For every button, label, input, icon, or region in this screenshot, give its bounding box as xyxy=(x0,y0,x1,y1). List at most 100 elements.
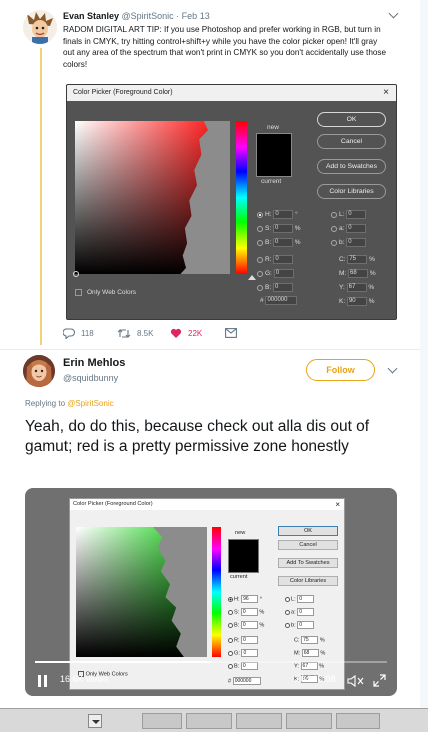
unit-s: % xyxy=(294,225,301,233)
unit-h: ° xyxy=(259,596,262,603)
label-y: Y: xyxy=(339,284,345,292)
field-g: G: 0 xyxy=(228,649,259,657)
taskbar-strip xyxy=(0,708,428,732)
input-s: 0 xyxy=(240,608,258,616)
field-y: Y: 67 % xyxy=(339,283,374,293)
dialog-title: Color Picker (Foreground Color) xyxy=(67,85,396,101)
taskbar-tab[interactable] xyxy=(186,713,232,729)
replying-to: Replying to @SpiritSonic xyxy=(25,399,114,408)
author-handle[interactable]: @squidbunny xyxy=(63,373,118,383)
label-b: B: xyxy=(234,622,240,629)
pause-icon[interactable] xyxy=(38,675,48,687)
radio-l xyxy=(285,596,290,602)
label-blue: B: xyxy=(234,663,240,670)
field-r: R: 0 xyxy=(228,636,259,644)
photoshop-color-picker-image[interactable]: Color Picker (Foreground Color) × new cu… xyxy=(66,84,397,320)
unit-y: % xyxy=(368,284,375,292)
input-m: 68 xyxy=(301,649,319,657)
caret-down-icon[interactable] xyxy=(387,363,398,374)
field-c: C: 75 % xyxy=(294,636,325,644)
field-b: B: 0 % xyxy=(257,238,301,248)
replying-prefix: Replying to xyxy=(25,399,68,408)
radio-b xyxy=(228,622,233,628)
caret-down-icon[interactable] xyxy=(388,8,399,19)
input-b: 0 xyxy=(272,238,293,247)
ok-button: OK xyxy=(278,526,338,536)
divider xyxy=(0,349,420,350)
input-m: 68 xyxy=(348,269,369,278)
video-progress-bar[interactable] xyxy=(35,661,387,663)
author-meta[interactable]: @SpiritSonic · Feb 13 xyxy=(119,11,210,21)
field-l: L: 0 xyxy=(285,595,315,603)
tweet-text: Yeah, do do this, because check out alla… xyxy=(25,418,370,455)
field-c: C: 75 % xyxy=(339,255,375,265)
only-web-colors-label: Only Web Colors xyxy=(87,289,137,296)
field-r: R: 0 xyxy=(257,255,294,265)
taskbar-tab[interactable] xyxy=(142,713,182,729)
dialog-title: Color Picker (Foreground Color) xyxy=(70,499,344,510)
field-lab-b: b: 0 xyxy=(285,621,315,629)
input-blue: 0 xyxy=(272,283,293,292)
color-swatch xyxy=(256,133,292,177)
input-l: 0 xyxy=(346,210,367,219)
input-y: 67 xyxy=(300,662,318,670)
radio-h xyxy=(228,596,233,602)
label-a: a: xyxy=(291,609,296,616)
label-s: S: xyxy=(265,225,272,233)
label-r: R: xyxy=(234,637,240,644)
label-new: new xyxy=(267,124,279,131)
author-name[interactable]: Erin Mehlos xyxy=(63,357,125,369)
reply-button[interactable]: 118 xyxy=(63,328,94,339)
input-s: 0 xyxy=(272,224,293,233)
unit-m: % xyxy=(320,650,326,657)
input-a: 0 xyxy=(346,224,367,233)
unit-k: % xyxy=(368,298,375,306)
input-hex: 000000 xyxy=(232,677,261,685)
scrollbar-track[interactable] xyxy=(420,0,428,712)
field-m: M: 68 % xyxy=(339,269,376,279)
label-b: B: xyxy=(265,239,272,247)
fullscreen-icon[interactable] xyxy=(373,674,386,692)
label-l: L: xyxy=(291,596,296,603)
only-web-colors-checkbox xyxy=(75,289,82,296)
replying-to-link[interactable]: @SpiritSonic xyxy=(67,399,113,408)
retweet-button[interactable]: 8.5K xyxy=(117,328,153,339)
radio-lab-b xyxy=(331,239,337,246)
taskbar-tab[interactable] xyxy=(336,713,380,729)
quoted-tweet[interactable]: Evan Stanley @SpiritSonic · Feb 13 RADOM… xyxy=(0,0,420,350)
label-hex: # xyxy=(260,297,264,305)
avatar[interactable] xyxy=(23,10,57,44)
label-g: G: xyxy=(234,650,240,657)
chevron-down-icon[interactable] xyxy=(88,714,102,728)
hue-slider xyxy=(236,121,247,274)
share-button[interactable] xyxy=(225,328,237,338)
video-time: 0:04 / 0:08 xyxy=(293,674,336,684)
like-button[interactable]: 22K xyxy=(170,328,202,339)
radio-b xyxy=(257,239,263,246)
field-m: M: 68 % xyxy=(294,649,325,657)
label-blue: B: xyxy=(265,284,272,292)
label-s: S: xyxy=(234,609,240,616)
unit-c: % xyxy=(369,256,375,264)
color-libraries-button: Color Libraries xyxy=(317,184,386,199)
field-hex: # 000000 xyxy=(228,677,261,685)
tweet-text: RADOM DIGITAL ART TIP: If you use Photos… xyxy=(63,25,387,69)
mute-icon[interactable] xyxy=(347,674,365,692)
unit-h: ° xyxy=(295,211,298,219)
author-name[interactable]: Evan Stanley xyxy=(63,11,119,21)
field-lab-b: b: 0 xyxy=(331,238,367,248)
color-libraries-button: Color Libraries xyxy=(278,576,338,586)
field-k: K: 90 % xyxy=(339,297,375,307)
input-b: 0 xyxy=(240,621,258,629)
reply-count: 118 xyxy=(81,329,94,338)
avatar[interactable] xyxy=(23,355,55,387)
tweet-thread-page: Evan Stanley @SpiritSonic · Feb 13 RADOM… xyxy=(0,0,428,732)
video-player[interactable]: Color Picker (Foreground Color) × new cu… xyxy=(25,488,397,696)
taskbar-tab[interactable] xyxy=(286,713,332,729)
like-count: 22K xyxy=(188,329,203,338)
taskbar-tab[interactable] xyxy=(236,713,282,729)
follow-button[interactable]: Follow xyxy=(306,359,375,381)
input-hex: 000000 xyxy=(265,296,298,305)
field-b: B: 0 % xyxy=(228,621,264,629)
radio-g xyxy=(257,270,263,277)
